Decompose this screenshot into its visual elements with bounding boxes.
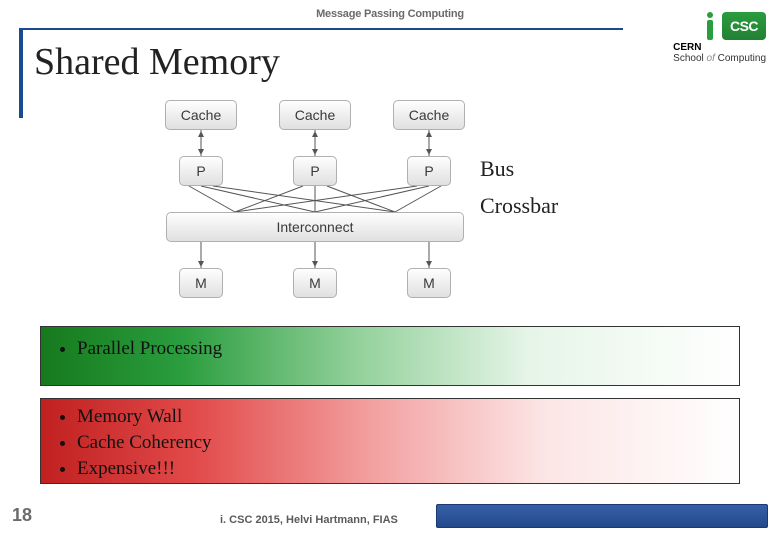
page-number: 18 [12, 505, 32, 526]
logo-line2-suffix: Computing [718, 53, 766, 64]
logo-line1: CERN [673, 42, 701, 53]
node-memory: M [407, 268, 451, 298]
list-item: Parallel Processing [77, 337, 719, 361]
node-processor: P [179, 156, 223, 186]
label-crossbar: Crossbar [480, 187, 558, 224]
node-memory: M [293, 268, 337, 298]
logo-i-glyph [702, 12, 718, 40]
logo-text: CERN School of Computing [673, 42, 766, 64]
node-cache: Cache [393, 100, 465, 130]
logo-csc-box: CSC [722, 12, 766, 40]
top-accent-rule [19, 28, 623, 30]
footer-accent-bar [436, 504, 768, 528]
node-processor: P [407, 156, 451, 186]
list-item: Expensive!!! [77, 457, 719, 481]
page-title: Shared Memory [34, 40, 280, 84]
cons-box: Memory Wall Cache Coherency Expensive!!! [40, 398, 740, 484]
logo-line2-of: of [707, 53, 715, 64]
school-logo: CSC CERN School of Computing [673, 12, 766, 64]
node-processor: P [293, 156, 337, 186]
left-accent-rule [19, 28, 23, 118]
header-label: Message Passing Computing [0, 8, 780, 20]
node-memory: M [179, 268, 223, 298]
node-interconnect: Interconnect [166, 212, 464, 242]
logo-mark: CSC [702, 12, 766, 40]
architecture-diagram: Cache Cache Cache P P P Interconnect M M… [165, 100, 465, 310]
list-item: Memory Wall [77, 405, 719, 429]
list-item: Cache Coherency [77, 431, 719, 455]
node-cache: Cache [165, 100, 237, 130]
label-bus: Bus [480, 150, 558, 187]
logo-line2-prefix: School [673, 53, 704, 64]
footer-citation: i. CSC 2015, Helvi Hartmann, FIAS [220, 514, 398, 526]
node-cache: Cache [279, 100, 351, 130]
diagram-side-labels: Bus Crossbar [480, 150, 558, 225]
pros-box: Parallel Processing [40, 326, 740, 386]
